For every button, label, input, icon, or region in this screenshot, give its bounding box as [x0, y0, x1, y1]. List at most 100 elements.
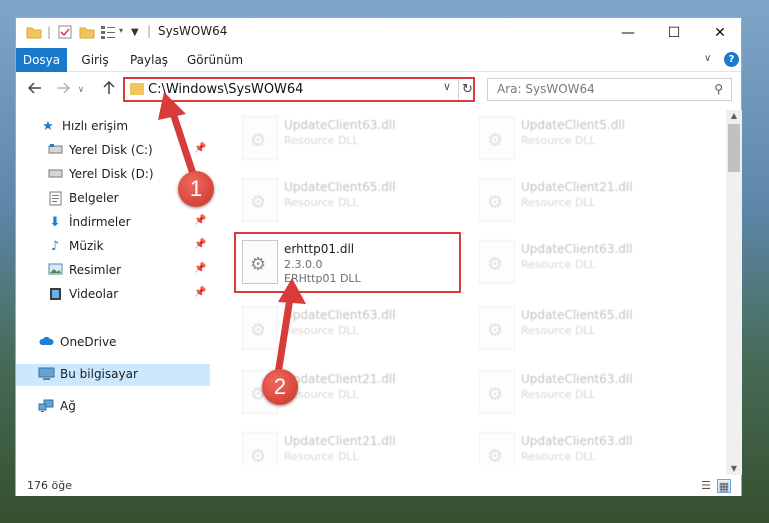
gear-icon: ⚙: [250, 446, 267, 465]
sidebar-item-onedrive[interactable]: OneDrive: [16, 332, 210, 354]
file-type: Resource DLL: [284, 134, 359, 147]
sidebar-item-drive-c[interactable]: Yerel Disk (C:) 📌: [16, 140, 210, 162]
file-item[interactable]: ⚙ UpdateClient63.dll Resource DLL: [473, 364, 695, 418]
folder-icon: [130, 83, 144, 95]
sidebar-item-quick-access[interactable]: ★ Hızlı erişim: [16, 116, 210, 138]
file-list: ⚙ UpdateClient63.dll Resource DLL ⚙ Upda…: [216, 110, 724, 465]
file-type: Resource DLL: [521, 324, 596, 337]
file-type: Resource DLL: [521, 134, 596, 147]
status-bar: 176 öğe ☰ ▦: [16, 476, 741, 496]
chevron-down-icon[interactable]: ∨: [443, 80, 451, 93]
file-name: UpdateClient21.dll: [521, 180, 633, 194]
file-item[interactable]: ⚙ UpdateClient63.dll Resource DLL: [236, 300, 458, 354]
gear-icon: ⚙: [250, 130, 267, 151]
file-item[interactable]: ⚙ UpdateClient63.dll Resource DLL: [236, 110, 458, 164]
file-item[interactable]: ⚙ UpdateClient5.dll Resource DLL: [473, 110, 695, 164]
close-button[interactable]: ✕: [697, 18, 743, 48]
tab-view[interactable]: Görünüm: [184, 48, 246, 72]
pin-icon[interactable]: 📌: [194, 239, 206, 250]
scroll-thumb[interactable]: [728, 124, 740, 172]
callout-badge-1: 1: [178, 171, 214, 207]
sidebar-item-this-pc[interactable]: Bu bilgisayar: [16, 364, 210, 386]
sidebar-item-pictures[interactable]: Resimler 📌: [16, 260, 210, 282]
dll-file-icon: ⚙: [479, 240, 515, 284]
file-name: UpdateClient65.dll: [521, 308, 633, 322]
vertical-scrollbar[interactable]: ▲ ▼: [726, 110, 742, 475]
gear-icon: ⚙: [250, 192, 267, 213]
up-button[interactable]: [99, 80, 119, 100]
customize-toolbar-icon[interactable]: ▾: [119, 26, 123, 44]
dll-file-icon: ⚙: [242, 306, 278, 350]
search-box[interactable]: Ara: SysWOW64 ⚲: [487, 78, 732, 101]
sidebar-item-music[interactable]: ♪ Müzik 📌: [16, 236, 210, 258]
dropdown-arrow-icon[interactable]: ▼: [131, 27, 139, 45]
pin-icon[interactable]: 📌: [194, 215, 206, 226]
gear-icon: ⚙: [487, 192, 504, 213]
tab-home[interactable]: Giriş: [76, 48, 114, 72]
back-button[interactable]: [25, 80, 45, 100]
window-title: SysWOW64: [158, 24, 228, 38]
gear-icon: ⚙: [487, 254, 504, 275]
recent-locations-icon[interactable]: ∨: [75, 80, 87, 100]
file-name: UpdateClient63.dll: [284, 118, 396, 132]
forward-button[interactable]: [53, 80, 73, 100]
dll-file-icon: ⚙: [479, 432, 515, 465]
scroll-down-icon[interactable]: ▼: [726, 463, 742, 475]
file-name: UpdateClient63.dll: [284, 308, 396, 322]
sidebar-item-label: İndirmeler: [69, 215, 131, 229]
file-name: UpdateClient21.dll: [284, 434, 396, 448]
arrow-left-icon: [27, 82, 41, 94]
gear-icon: ⚙: [487, 130, 504, 151]
sidebar-item-downloads[interactable]: ⬇ İndirmeler 📌: [16, 212, 210, 234]
file-type: Resource DLL: [284, 196, 359, 209]
videos-icon: [47, 287, 63, 303]
file-type: Resource DLL: [521, 258, 596, 271]
sidebar-item-label: Belgeler: [69, 191, 119, 205]
file-name: UpdateClient63.dll: [521, 434, 633, 448]
pin-icon[interactable]: 📌: [194, 143, 206, 154]
new-folder-icon[interactable]: [79, 24, 95, 42]
arrow-right-icon: [57, 82, 71, 94]
item-count: 176 öğe: [27, 479, 72, 492]
file-name: erhttp01.dll: [284, 242, 355, 256]
refresh-icon[interactable]: ↻: [458, 79, 476, 100]
pin-icon[interactable]: 📌: [194, 287, 206, 298]
file-name: UpdateClient21.dll: [284, 372, 396, 386]
file-item[interactable]: ⚙ UpdateClient65.dll Resource DLL: [236, 172, 458, 226]
search-icon[interactable]: ⚲: [714, 82, 723, 96]
help-icon[interactable]: ?: [724, 52, 739, 67]
file-item[interactable]: ⚙ UpdateClient65.dll Resource DLL: [473, 300, 695, 354]
scroll-up-icon[interactable]: ▲: [726, 110, 742, 122]
view-options-icon[interactable]: [100, 24, 118, 42]
dll-file-icon: ⚙: [479, 178, 515, 222]
maximize-button[interactable]: ☐: [651, 18, 697, 48]
navigation-pane: ★ Hızlı erişim Yerel Disk (C:) 📌 Yerel D…: [16, 110, 210, 465]
chevron-down-icon[interactable]: ∨: [704, 53, 711, 64]
tiles-view-icon[interactable]: ▦: [717, 479, 731, 493]
file-item[interactable]: ⚙ UpdateClient21.dll Resource DLL: [473, 172, 695, 226]
properties-icon[interactable]: [57, 24, 73, 42]
address-bar[interactable]: C:\Windows\SysWOW64 ∨ ↻: [123, 77, 475, 102]
search-input[interactable]: Ara: SysWOW64: [497, 82, 595, 96]
toolbar-separator: |: [47, 25, 52, 39]
sidebar-item-label: Müzik: [69, 239, 104, 253]
address-path[interactable]: C:\Windows\SysWOW64: [148, 82, 303, 97]
details-view-icon[interactable]: ☰: [699, 479, 713, 493]
file-item[interactable]: ⚙ UpdateClient21.dll Resource DLL: [236, 426, 458, 465]
file-item[interactable]: ⚙ UpdateClient63.dll Resource DLL: [473, 426, 695, 465]
file-item-erhttp01[interactable]: ⚙ erhttp01.dll 2.3.0.0 ERHttp01 DLL: [234, 232, 461, 293]
pin-icon[interactable]: 📌: [194, 263, 206, 274]
sidebar-item-network[interactable]: Ağ: [16, 396, 210, 418]
drive-icon: [47, 167, 63, 183]
ribbon-tabs: Dosya Giriş Paylaş Görünüm ∨ ?: [16, 48, 741, 72]
dll-file-icon: ⚙: [242, 116, 278, 160]
gear-icon: ⚙: [250, 254, 267, 275]
sidebar-item-label: OneDrive: [60, 335, 117, 349]
tab-file[interactable]: Dosya: [16, 48, 67, 72]
sidebar-item-label: Yerel Disk (D:): [69, 167, 154, 181]
sidebar-item-videos[interactable]: Videolar 📌: [16, 284, 210, 306]
sidebar-item-label: Bu bilgisayar: [60, 367, 138, 381]
tab-share[interactable]: Paylaş: [124, 48, 174, 72]
minimize-button[interactable]: —: [605, 18, 651, 48]
file-item[interactable]: ⚙ UpdateClient63.dll Resource DLL: [473, 234, 695, 288]
